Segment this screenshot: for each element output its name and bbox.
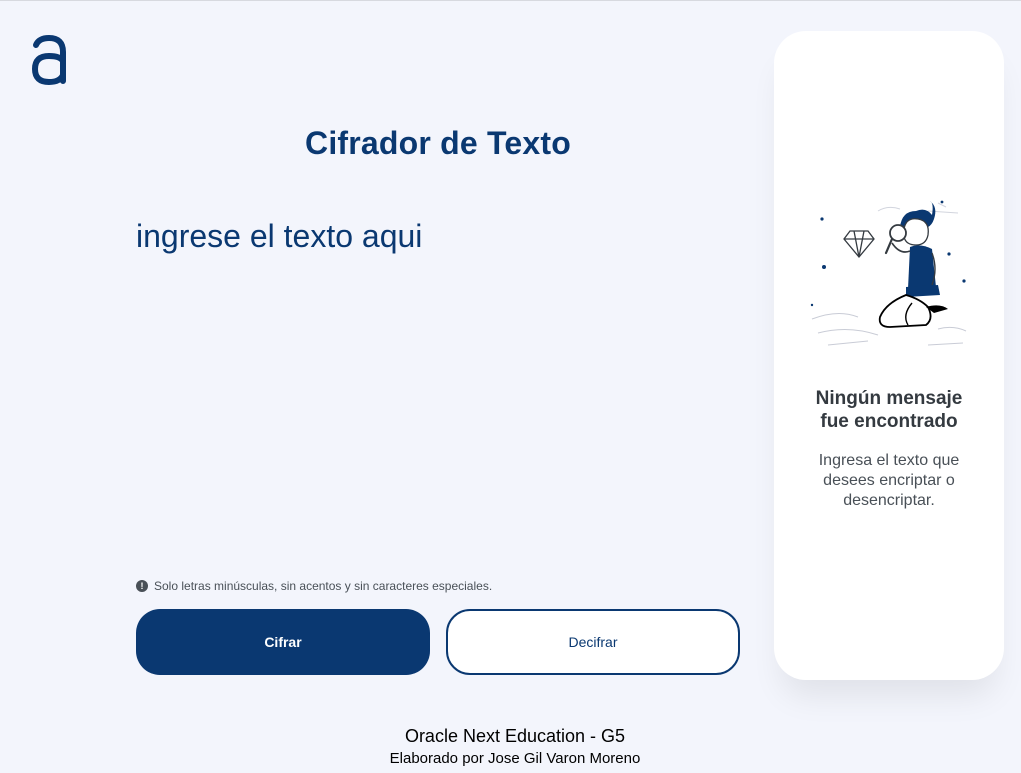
footer-course: Oracle Next Education - G5 bbox=[404, 726, 626, 746]
empty-state-title: Ningún mensaje fue encontrado bbox=[815, 388, 963, 432]
hint-text: Solo letras minúsculas, sin acentos y si… bbox=[154, 579, 493, 593]
encrypt-button[interactable]: Cifrar bbox=[136, 609, 430, 675]
text-input[interactable] bbox=[136, 213, 736, 543]
footer: Oracle Next Education - G5 Elaborado por… bbox=[0, 726, 1021, 769]
boy-with-magnifying-glass-illustration bbox=[810, 200, 967, 346]
alura-logo-icon bbox=[31, 34, 66, 86]
empty-state-text: Ingresa el texto que desees encriptar o … bbox=[818, 452, 960, 509]
decrypt-button[interactable]: Decifrar bbox=[446, 609, 740, 675]
input-hint: ! Solo letras minúsculas, sin acentos y … bbox=[136, 577, 492, 595]
page-title: Cifrador de Texto bbox=[305, 125, 571, 161]
output-panel: Ningún mensaje fue encontrado Ingresa el… bbox=[774, 31, 1004, 680]
footer-author: Elaborado por Jose Gil Varon Moreno bbox=[389, 750, 641, 767]
info-icon: ! bbox=[136, 580, 148, 592]
logo bbox=[30, 34, 68, 86]
